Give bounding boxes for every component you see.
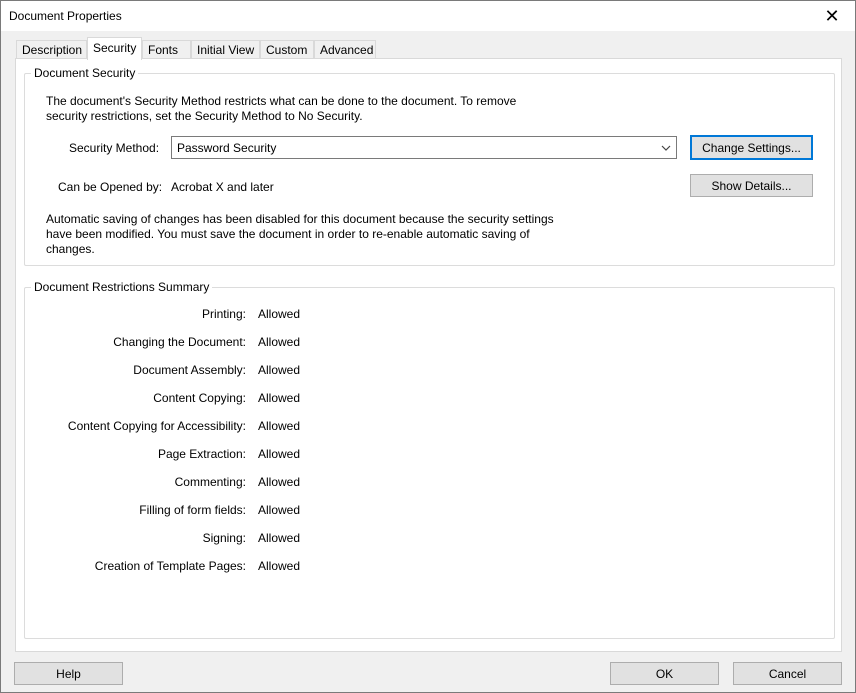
restriction-value: Allowed bbox=[258, 531, 301, 545]
ok-button[interactable]: OK bbox=[610, 662, 719, 685]
restriction-label: Page Extraction: bbox=[157, 447, 246, 461]
document-security-title: Document Security bbox=[31, 66, 139, 80]
autosave-line: Automatic saving of changes has been dis… bbox=[46, 212, 554, 226]
security-intro-text: The document's Security Method restricts… bbox=[46, 94, 516, 124]
restriction-value: Allowed bbox=[258, 363, 301, 377]
tab-initial-view[interactable]: Initial View bbox=[191, 40, 260, 59]
restriction-value: Allowed bbox=[258, 307, 301, 321]
restriction-label: Changing the Document: bbox=[113, 335, 246, 349]
restriction-label: Content Copying: bbox=[153, 391, 246, 405]
intro-line: security restrictions, set the Security … bbox=[46, 109, 363, 123]
restrictions-summary-title: Document Restrictions Summary bbox=[31, 280, 213, 294]
security-tab-panel: Document Security The document's Securit… bbox=[15, 58, 842, 652]
security-method-label: Security Method: bbox=[69, 141, 160, 155]
opened-by-label: Can be Opened by: bbox=[58, 180, 163, 194]
show-details-button[interactable]: Show Details... bbox=[690, 174, 813, 197]
autosave-line: have been modified. You must save the do… bbox=[46, 227, 530, 241]
restriction-value: Allowed bbox=[258, 447, 301, 461]
security-method-value: Password Security bbox=[177, 141, 277, 155]
restriction-value: Allowed bbox=[258, 503, 301, 517]
tab-security[interactable]: Security bbox=[87, 37, 142, 60]
document-properties-dialog: Document Properties ✕ Description Securi… bbox=[0, 0, 856, 693]
opened-by-value: Acrobat X and later bbox=[171, 180, 274, 194]
intro-line: The document's Security Method restricts… bbox=[46, 94, 517, 108]
tab-custom[interactable]: Custom bbox=[260, 40, 314, 59]
tab-fonts[interactable]: Fonts bbox=[142, 40, 191, 59]
change-settings-button[interactable]: Change Settings... bbox=[690, 135, 813, 160]
restriction-label: Creation of Template Pages: bbox=[94, 559, 246, 573]
document-security-group: Document Security The document's Securit… bbox=[24, 66, 835, 266]
restriction-label: Document Assembly: bbox=[133, 363, 246, 377]
help-button[interactable]: Help bbox=[14, 662, 123, 685]
cancel-button[interactable]: Cancel bbox=[733, 662, 842, 685]
autosave-line: changes. bbox=[46, 242, 95, 256]
title-bar: Document Properties ✕ bbox=[1, 1, 855, 31]
restriction-value: Allowed bbox=[258, 335, 301, 349]
window-title: Document Properties bbox=[9, 9, 122, 23]
chevron-down-icon[interactable] bbox=[656, 137, 676, 158]
restriction-label: Commenting: bbox=[174, 475, 246, 489]
restriction-label: Signing: bbox=[202, 531, 246, 545]
restrictions-summary-group: Document Restrictions Summary Printing: … bbox=[24, 280, 835, 639]
restriction-label: Printing: bbox=[201, 307, 246, 321]
restriction-value: Allowed bbox=[258, 391, 301, 405]
restriction-value: Allowed bbox=[258, 419, 301, 433]
tab-advanced[interactable]: Advanced bbox=[314, 40, 376, 59]
tab-description[interactable]: Description bbox=[16, 40, 87, 59]
security-method-select[interactable]: Password Security bbox=[171, 136, 677, 159]
restriction-value: Allowed bbox=[258, 559, 301, 573]
restriction-value: Allowed bbox=[258, 475, 301, 489]
autosave-notice: Automatic saving of changes has been dis… bbox=[46, 212, 554, 257]
restriction-label: Content Copying for Accessibility: bbox=[67, 419, 246, 433]
restriction-label: Filling of form fields: bbox=[139, 503, 246, 517]
close-icon[interactable]: ✕ bbox=[809, 1, 855, 31]
